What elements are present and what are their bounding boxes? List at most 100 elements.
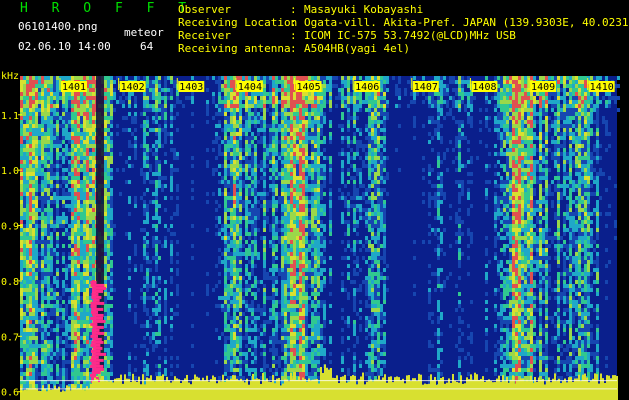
heatmap-cell [206, 292, 209, 296]
heatmap-cell [29, 192, 32, 196]
heatmap-cell [26, 192, 29, 196]
heatmap-cell [314, 320, 317, 324]
heatmap-cell [23, 108, 26, 112]
heatmap-cell [128, 128, 131, 132]
heatmap-cell [308, 140, 311, 144]
heatmap-cell [68, 112, 71, 116]
heatmap-cell [47, 244, 50, 248]
heatmap-cell [314, 176, 317, 180]
heatmap-cell [44, 180, 47, 184]
heatmap-cell [275, 288, 278, 292]
heatmap-cell [308, 176, 311, 180]
heatmap-cell [158, 96, 161, 100]
heatmap-cell [305, 176, 308, 180]
heatmap-cell [233, 148, 236, 152]
heatmap-cell [227, 288, 230, 292]
heatmap-cell [260, 324, 263, 328]
heatmap-cell [86, 144, 89, 148]
heatmap-cell [56, 356, 59, 360]
heatmap-cell [107, 96, 110, 100]
heatmap-cell [287, 328, 290, 332]
heatmap-cell [281, 220, 284, 224]
heatmap-cell [287, 204, 290, 208]
heatmap-cell [290, 356, 293, 360]
heatmap-cell [305, 144, 308, 148]
heatmap-cell [158, 324, 161, 328]
heatmap-cell [29, 216, 32, 220]
heatmap-cell [308, 208, 311, 212]
heatmap-cell [242, 76, 245, 80]
heatmap-cell [221, 192, 224, 196]
heatmap-cell [311, 216, 314, 220]
heatmap-cell [110, 240, 113, 244]
heatmap-cell [296, 168, 299, 172]
heatmap-cell [233, 228, 236, 232]
heatmap-cell [143, 160, 146, 164]
heatmap-cell [29, 76, 32, 80]
heatmap-cell [62, 140, 65, 144]
heatmap-cell [266, 92, 269, 96]
heatmap-cell [269, 156, 272, 160]
heatmap-cell [83, 196, 86, 200]
heatmap-cell [50, 224, 53, 228]
heatmap-cell [86, 172, 89, 176]
heatmap-cell [47, 280, 50, 284]
heatmap-cell [302, 116, 305, 120]
heatmap-cell [305, 356, 308, 360]
heatmap-cell [287, 224, 290, 228]
heatmap-cell [191, 124, 194, 128]
heatmap-cell [32, 340, 35, 344]
heatmap-cell [278, 100, 281, 104]
heatmap-cell [32, 288, 35, 292]
heatmap-cell [275, 88, 278, 92]
heatmap-cell [44, 104, 47, 108]
heatmap-cell [59, 140, 62, 144]
heatmap-cell [230, 80, 233, 84]
heatmap-cell [32, 352, 35, 356]
heatmap-cell [290, 216, 293, 220]
heatmap-cell [254, 136, 257, 140]
heatmap-cell [56, 204, 59, 208]
heatmap-cell [287, 132, 290, 136]
heatmap-cell [248, 200, 251, 204]
heatmap-cell [176, 184, 179, 188]
heatmap-cell [47, 192, 50, 196]
heatmap-cell [77, 224, 80, 228]
heatmap-cell [125, 76, 128, 80]
heatmap-cell [143, 164, 146, 168]
heatmap-cell [83, 248, 86, 252]
heatmap-cell [74, 376, 77, 380]
heatmap-cell [284, 204, 287, 208]
heatmap-cell [239, 244, 242, 248]
heatmap-cell [284, 168, 287, 172]
heatmap-cell [125, 180, 128, 184]
heatmap-cell [257, 228, 260, 232]
heatmap-cell [227, 152, 230, 156]
heatmap-cell [236, 268, 239, 272]
heatmap-cell [47, 364, 50, 368]
heatmap-cell [83, 272, 86, 276]
heatmap-cell [224, 268, 227, 272]
heatmap-cell [29, 100, 32, 104]
heatmap-cell [77, 200, 80, 204]
heatmap-cell [278, 364, 281, 368]
heatmap-cell [281, 132, 284, 136]
heatmap-cell [92, 236, 95, 240]
heatmap-cell [110, 260, 113, 264]
heatmap-cell [308, 244, 311, 248]
heatmap-cell [149, 88, 152, 92]
heatmap-cell [155, 300, 158, 304]
heatmap-cell [236, 204, 239, 208]
heatmap-cell [293, 96, 296, 100]
heatmap-cell [155, 88, 158, 92]
heatmap-cell [89, 188, 92, 192]
heatmap-cell [29, 176, 32, 180]
heatmap-cell [317, 200, 320, 204]
heatmap-cell [89, 120, 92, 124]
heatmap-cell [299, 124, 302, 128]
heatmap-cell [125, 128, 128, 132]
heatmap-cell [242, 276, 245, 280]
heatmap-cell [302, 316, 305, 320]
heatmap-cell [152, 116, 155, 120]
heatmap-cell [155, 256, 158, 260]
